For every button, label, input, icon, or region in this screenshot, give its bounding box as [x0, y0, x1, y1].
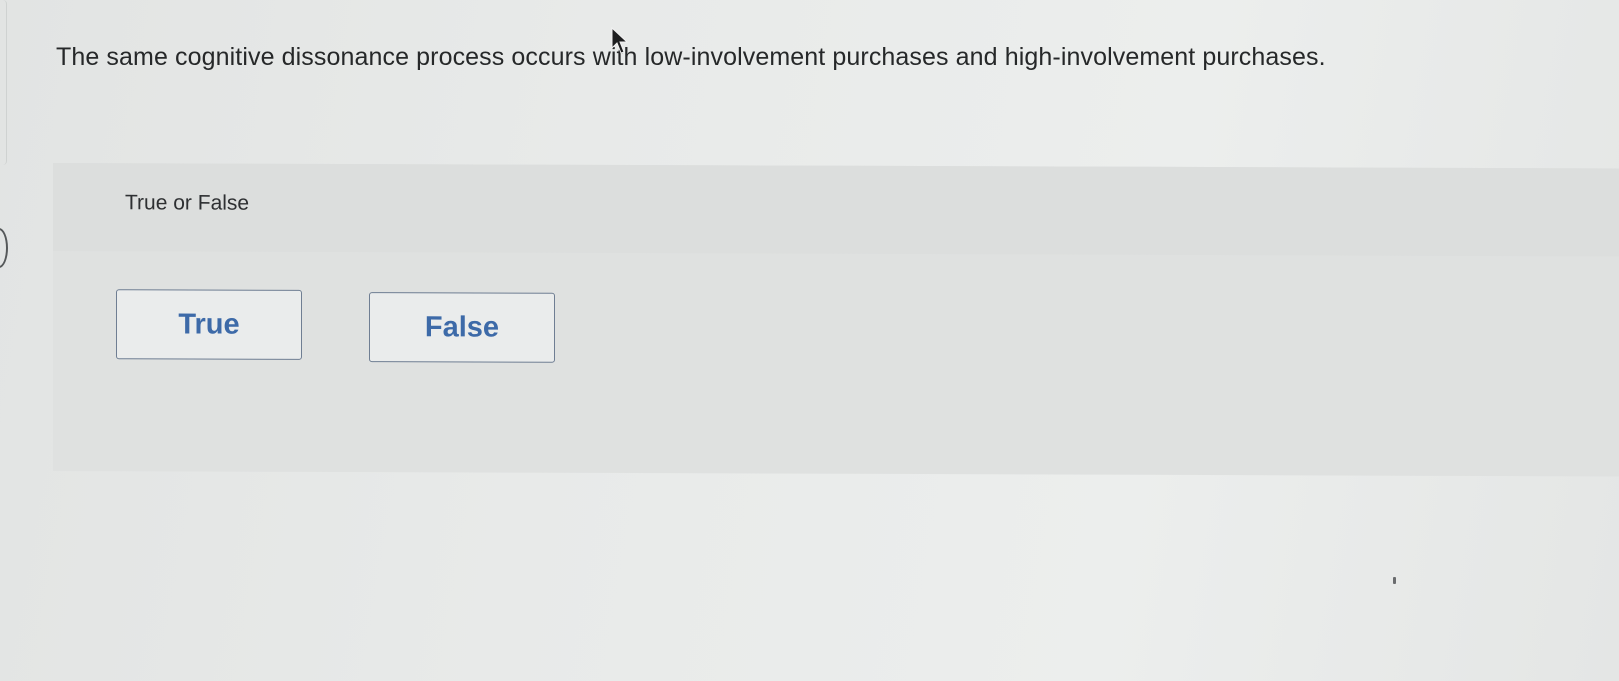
- answer-panel: True or False True False: [53, 163, 1619, 477]
- answer-panel-header: True or False: [53, 163, 1619, 257]
- true-button[interactable]: True: [116, 289, 302, 360]
- screen-speck: [1393, 577, 1396, 584]
- side-handle[interactable]: [0, 228, 8, 268]
- false-button[interactable]: False: [369, 292, 555, 363]
- mouse-pointer-icon: [611, 27, 629, 54]
- left-panel-edge: [0, 0, 7, 165]
- prompt-label: True or False: [125, 191, 250, 215]
- question-text: The same cognitive dissonance process oc…: [56, 43, 1326, 71]
